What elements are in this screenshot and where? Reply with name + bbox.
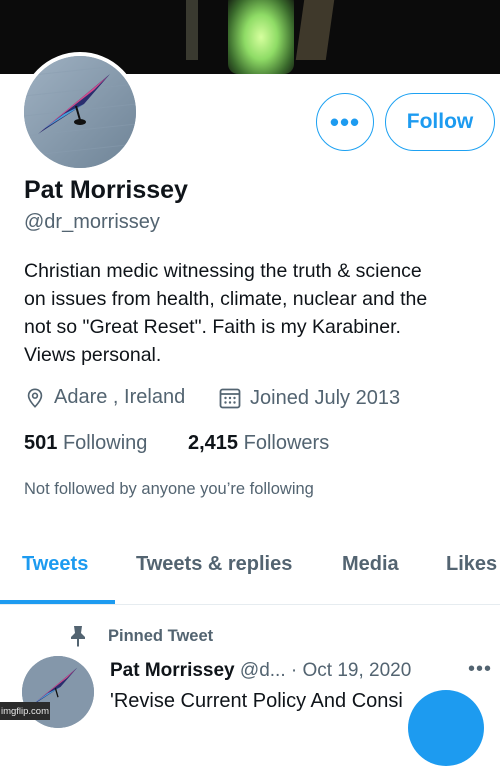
tweet-text: 'Revise Current Policy And Consi <box>110 690 403 712</box>
location-pin-icon <box>27 387 43 408</box>
profile-bio: Christian medic witnessing the truth & s… <box>24 260 428 366</box>
more-options-button[interactable]: ••• <box>316 93 374 151</box>
calendar-icon <box>219 388 241 409</box>
tweet-author-handle[interactable]: @d... <box>240 660 286 681</box>
not-followed-notice: Not followed by anyone you’re following <box>24 480 314 498</box>
following-count: 501 <box>24 432 58 454</box>
tweet-date[interactable]: Oct 19, 2020 <box>303 660 412 681</box>
avatar-hang-glider-image <box>24 56 136 168</box>
banner-decor <box>295 0 335 60</box>
tab-tweets[interactable]: Tweets <box>22 553 88 576</box>
profile-tabs: Tweets Tweets & replies Media Likes <box>0 538 500 605</box>
active-tab-indicator <box>0 600 115 604</box>
tab-tweets-and-replies[interactable]: Tweets & replies <box>136 553 292 576</box>
profile-name: Pat Morrissey <box>24 176 188 204</box>
followers-label: Followers <box>243 432 330 454</box>
pin-icon <box>71 626 85 647</box>
watermark: imgflip.com <box>0 702 50 720</box>
location-text: Adare , Ireland <box>54 386 186 408</box>
pinned-tweet-text: Pinned Tweet <box>108 626 214 645</box>
pinned-tweet-label: Pinned Tweet <box>68 624 213 648</box>
banner-decor <box>186 0 198 60</box>
tweet-more-button[interactable]: ••• <box>468 658 492 681</box>
joined-text: Joined July 2013 <box>250 386 401 409</box>
following-link[interactable]: 501 Following <box>24 432 147 455</box>
follow-button[interactable]: Follow <box>385 93 495 151</box>
profile-handle: @dr_morrissey <box>24 211 160 233</box>
followers-count: 2,415 <box>188 432 239 454</box>
tab-media[interactable]: Media <box>342 553 399 576</box>
following-label: Following <box>62 432 148 454</box>
profile-location: Adare , Ireland <box>24 386 185 409</box>
tweet-separator: · <box>290 660 298 681</box>
tweet-header: Pat Morrissey @d... · Oct 19, 2020 <box>110 660 411 682</box>
avatar[interactable] <box>20 52 140 172</box>
tweet-author-name[interactable]: Pat Morrissey <box>110 660 235 681</box>
banner-glow <box>228 0 294 74</box>
more-icon: ••• <box>329 106 361 137</box>
followers-link[interactable]: 2,415 Followers <box>188 432 329 455</box>
compose-tweet-button[interactable] <box>408 690 484 766</box>
tab-likes[interactable]: Likes <box>446 553 497 576</box>
profile-joined: Joined July 2013 <box>218 386 400 410</box>
